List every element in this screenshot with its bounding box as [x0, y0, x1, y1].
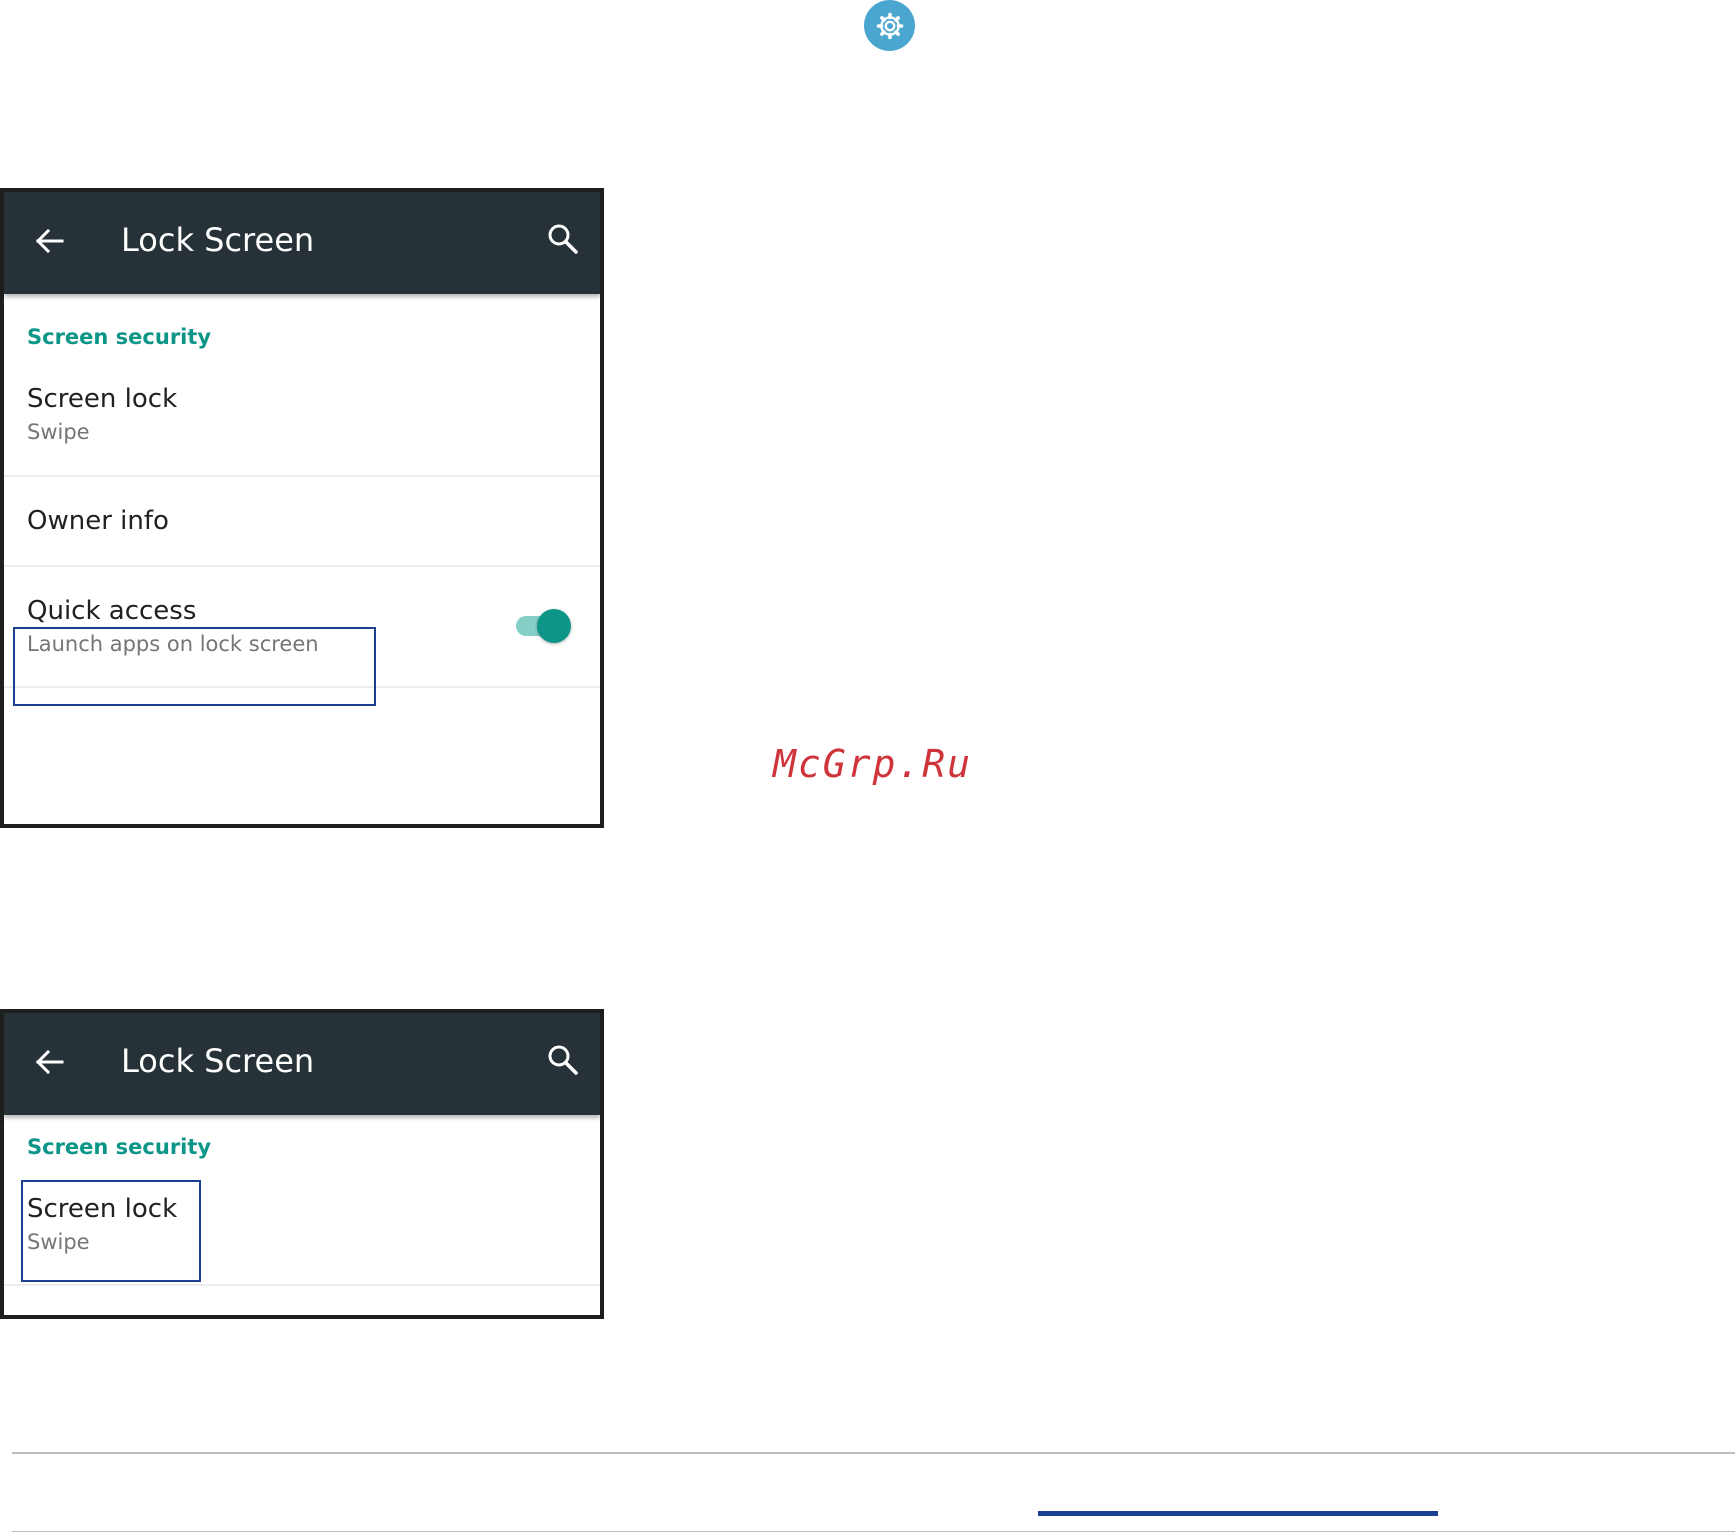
page-title: Lock Screen	[121, 1042, 315, 1080]
watermark: McGrp.Ru	[773, 742, 973, 786]
item-subtitle: Swipe	[27, 420, 90, 444]
app-bar: Lock Screen	[4, 1013, 600, 1115]
divider	[4, 565, 600, 567]
highlight-box-screen-lock	[21, 1180, 201, 1282]
divider	[4, 475, 600, 477]
lock-screen-settings-screenshot-1: Lock Screen Screen security Screen lock …	[0, 188, 604, 828]
quick-access-toggle[interactable]	[511, 607, 571, 643]
section-header-screen-security: Screen security	[27, 325, 212, 349]
item-title: Quick access	[27, 596, 197, 626]
divider	[4, 1284, 600, 1286]
section-header-screen-security: Screen security	[27, 1135, 212, 1159]
settings-gear-icon	[864, 0, 915, 51]
footer-link-underline[interactable]	[1038, 1511, 1438, 1516]
arrow-back-icon[interactable]	[32, 223, 68, 259]
footer-divider-top	[12, 1452, 1735, 1454]
highlight-box-quick-access	[13, 627, 376, 706]
search-icon[interactable]	[545, 1042, 581, 1078]
item-title: Screen lock	[27, 384, 178, 414]
search-icon[interactable]	[545, 221, 581, 257]
page-title: Lock Screen	[121, 221, 315, 259]
arrow-back-icon[interactable]	[32, 1044, 68, 1080]
toggle-thumb	[537, 609, 571, 643]
item-title: Owner info	[27, 506, 169, 536]
lock-screen-settings-screenshot-2: Lock Screen Screen security Screen lock …	[0, 1009, 604, 1319]
app-bar: Lock Screen	[4, 192, 600, 294]
